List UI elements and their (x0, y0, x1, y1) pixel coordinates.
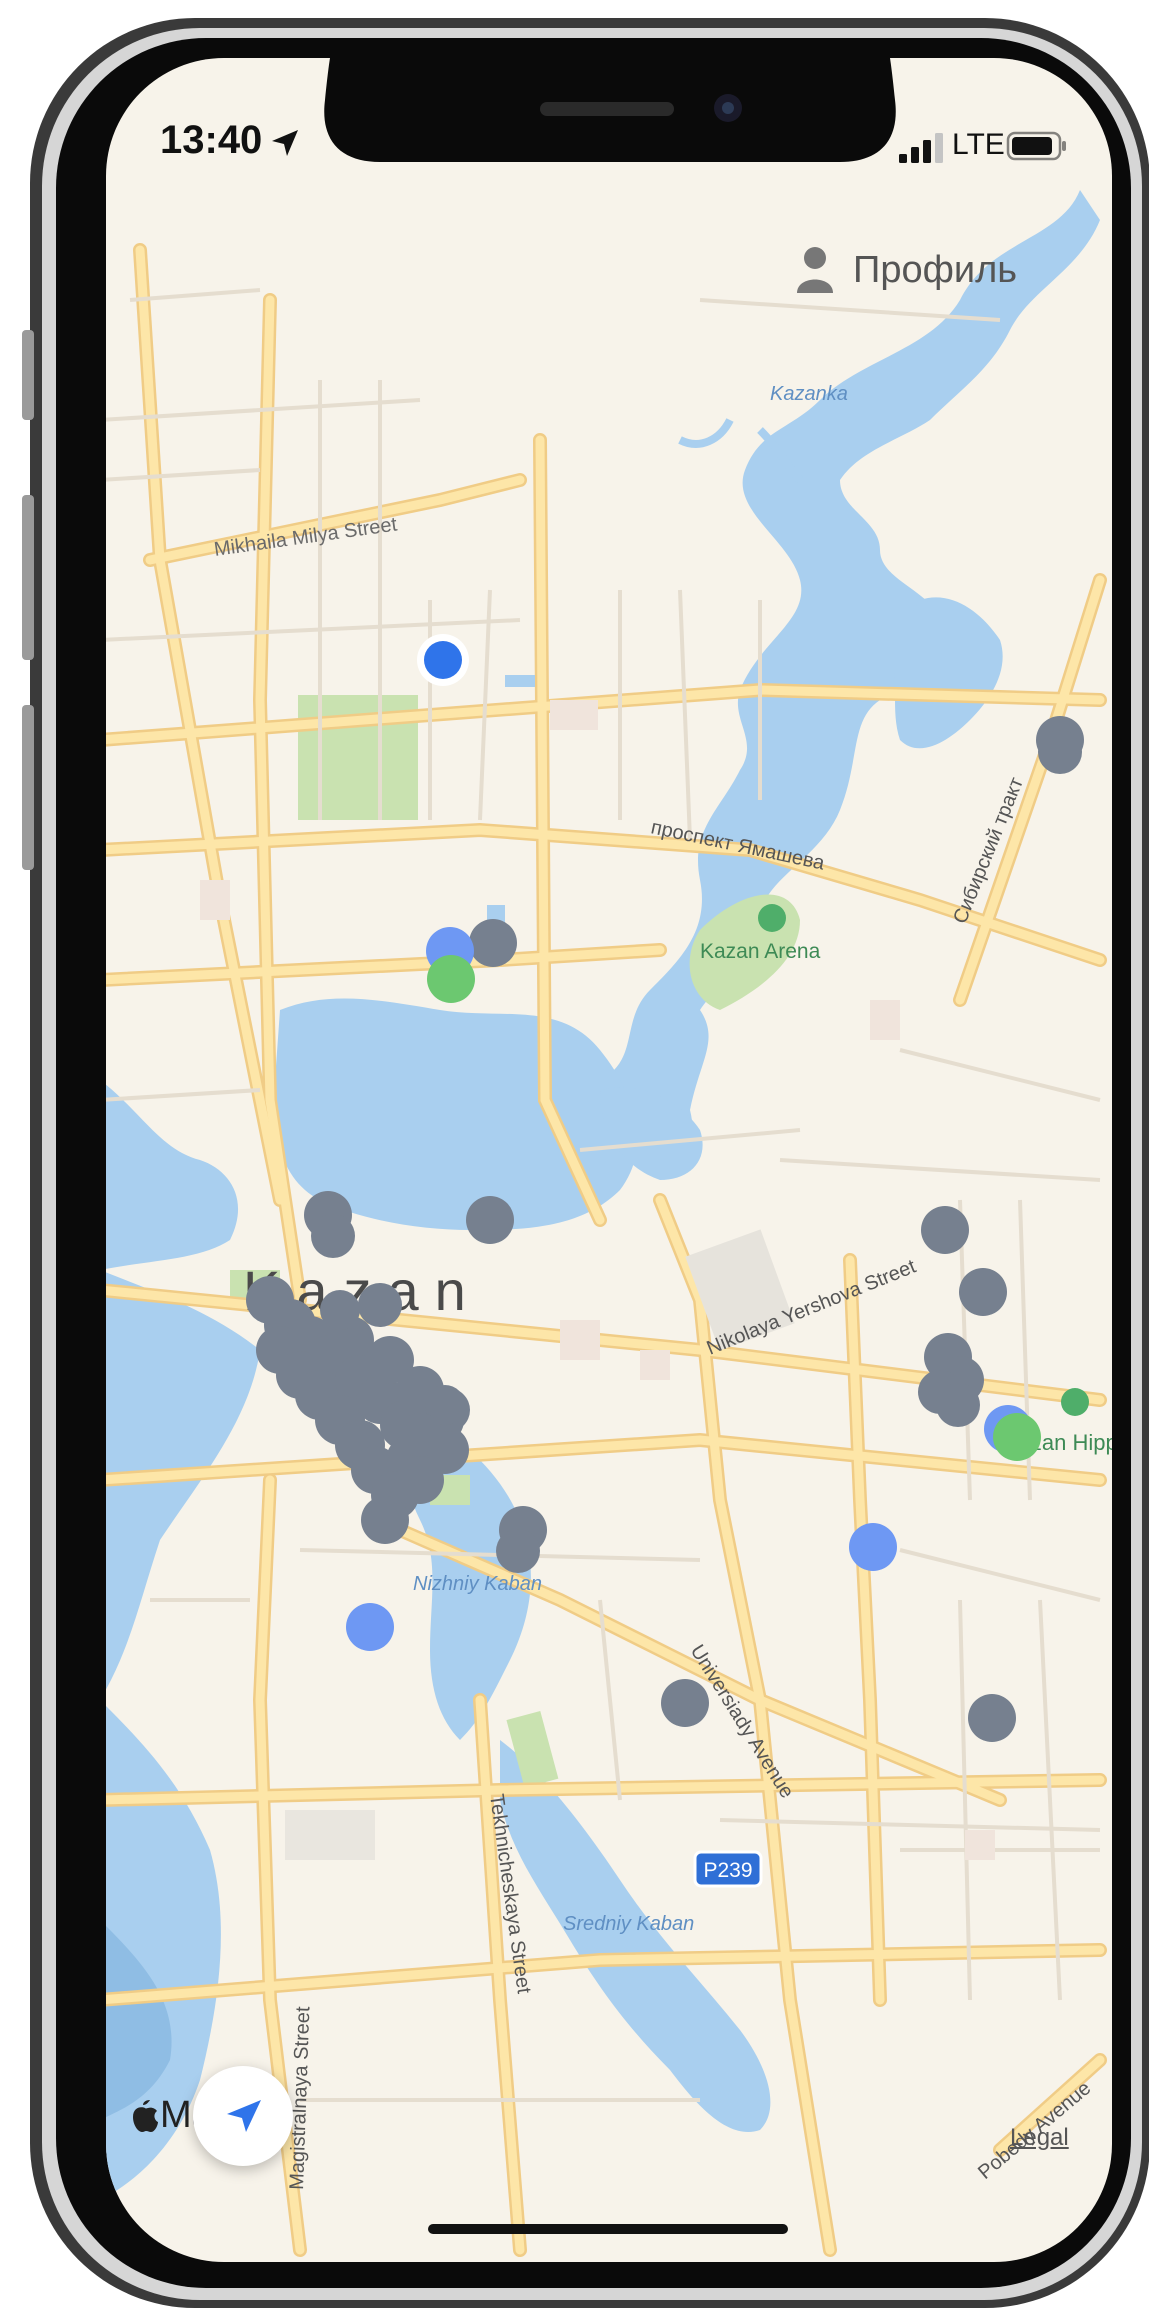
person-icon (797, 247, 833, 293)
marker-gray[interactable] (466, 1196, 514, 1244)
marker-gray[interactable] (661, 1679, 709, 1727)
mute-switch (22, 330, 34, 420)
battery-icon (1006, 131, 1066, 161)
status-time: 13:40 (160, 118, 263, 162)
home-indicator[interactable] (428, 2224, 788, 2234)
zoo-icon (1061, 1388, 1089, 1416)
marker-blue[interactable] (849, 1523, 897, 1571)
label-kazan-arena: Kazan Arena (700, 940, 821, 963)
location-arrow-icon (227, 2100, 261, 2132)
marker-gray[interactable] (496, 1529, 540, 1573)
svg-text:P239: P239 (703, 1859, 752, 1882)
marker-blue[interactable] (346, 1603, 394, 1651)
marker-gray[interactable] (968, 1694, 1016, 1742)
legal-link[interactable]: Legal (1010, 2124, 1069, 2152)
locate-me-button[interactable] (193, 2066, 293, 2166)
profile-button[interactable]: Профиль (795, 245, 1017, 295)
marker-gray[interactable] (311, 1214, 355, 1258)
marker-green[interactable] (993, 1413, 1041, 1461)
phone-screen: Kazanka Mikhaila Milya Street проспект Я… (0, 0, 1149, 2313)
stadium-icon (758, 904, 786, 932)
volume-down-button (22, 705, 34, 870)
marker-gray[interactable] (959, 1268, 1007, 1316)
speaker-grille (540, 102, 674, 116)
volume-up-button (22, 495, 34, 660)
marker-gray[interactable] (936, 1383, 980, 1427)
map-view[interactable]: Kazanka Mikhaila Milya Street проспект Я… (100, 50, 1130, 2270)
label-sredniy-kaban: Sredniy Kaban (563, 1913, 694, 1935)
route-shield-p239: P239 (693, 1850, 763, 1888)
label-kazanka: Kazanka (770, 383, 848, 405)
marker-gray[interactable] (469, 919, 517, 967)
marker-green[interactable] (427, 955, 475, 1003)
marker-gray[interactable] (1038, 730, 1082, 774)
cellular-signal-icon (899, 133, 943, 163)
location-services-icon (272, 130, 298, 156)
user-location-dot (417, 634, 469, 686)
marker-gray[interactable] (921, 1206, 969, 1254)
apple-logo-icon (133, 2099, 158, 2132)
profile-label: Профиль (853, 248, 1018, 291)
network-type: LTE (952, 128, 1005, 161)
label-nizhniy-kaban: Nizhniy Kaban (413, 1573, 542, 1595)
